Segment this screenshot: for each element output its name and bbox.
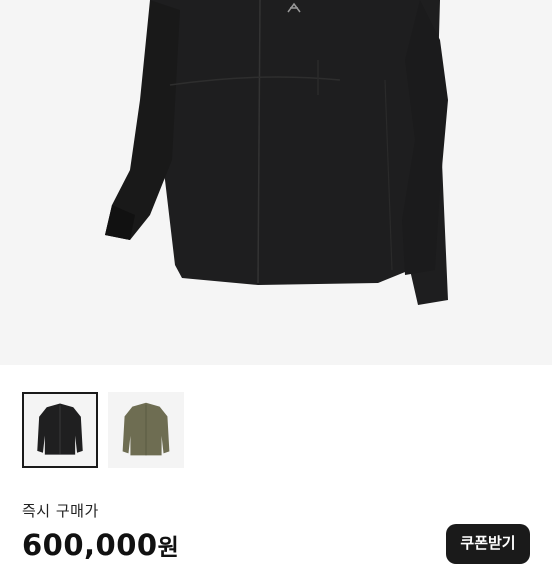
jacket-black-icon [37,403,83,455]
thumbnail-list [22,392,184,468]
product-main-image[interactable] [0,0,552,365]
jacket-image-icon [105,0,448,305]
thumbnail-black[interactable] [22,392,98,468]
coupon-button[interactable]: 쿠폰받기 [446,524,530,564]
price-amount: 600,000 [22,528,158,562]
price-currency: 원 [157,535,180,561]
jacket-olive-icon [122,402,170,456]
instant-buy-price-label: 즉시 구매가 [22,502,99,520]
price-value: 600,000원 [22,528,179,562]
thumbnail-olive[interactable] [108,392,184,468]
